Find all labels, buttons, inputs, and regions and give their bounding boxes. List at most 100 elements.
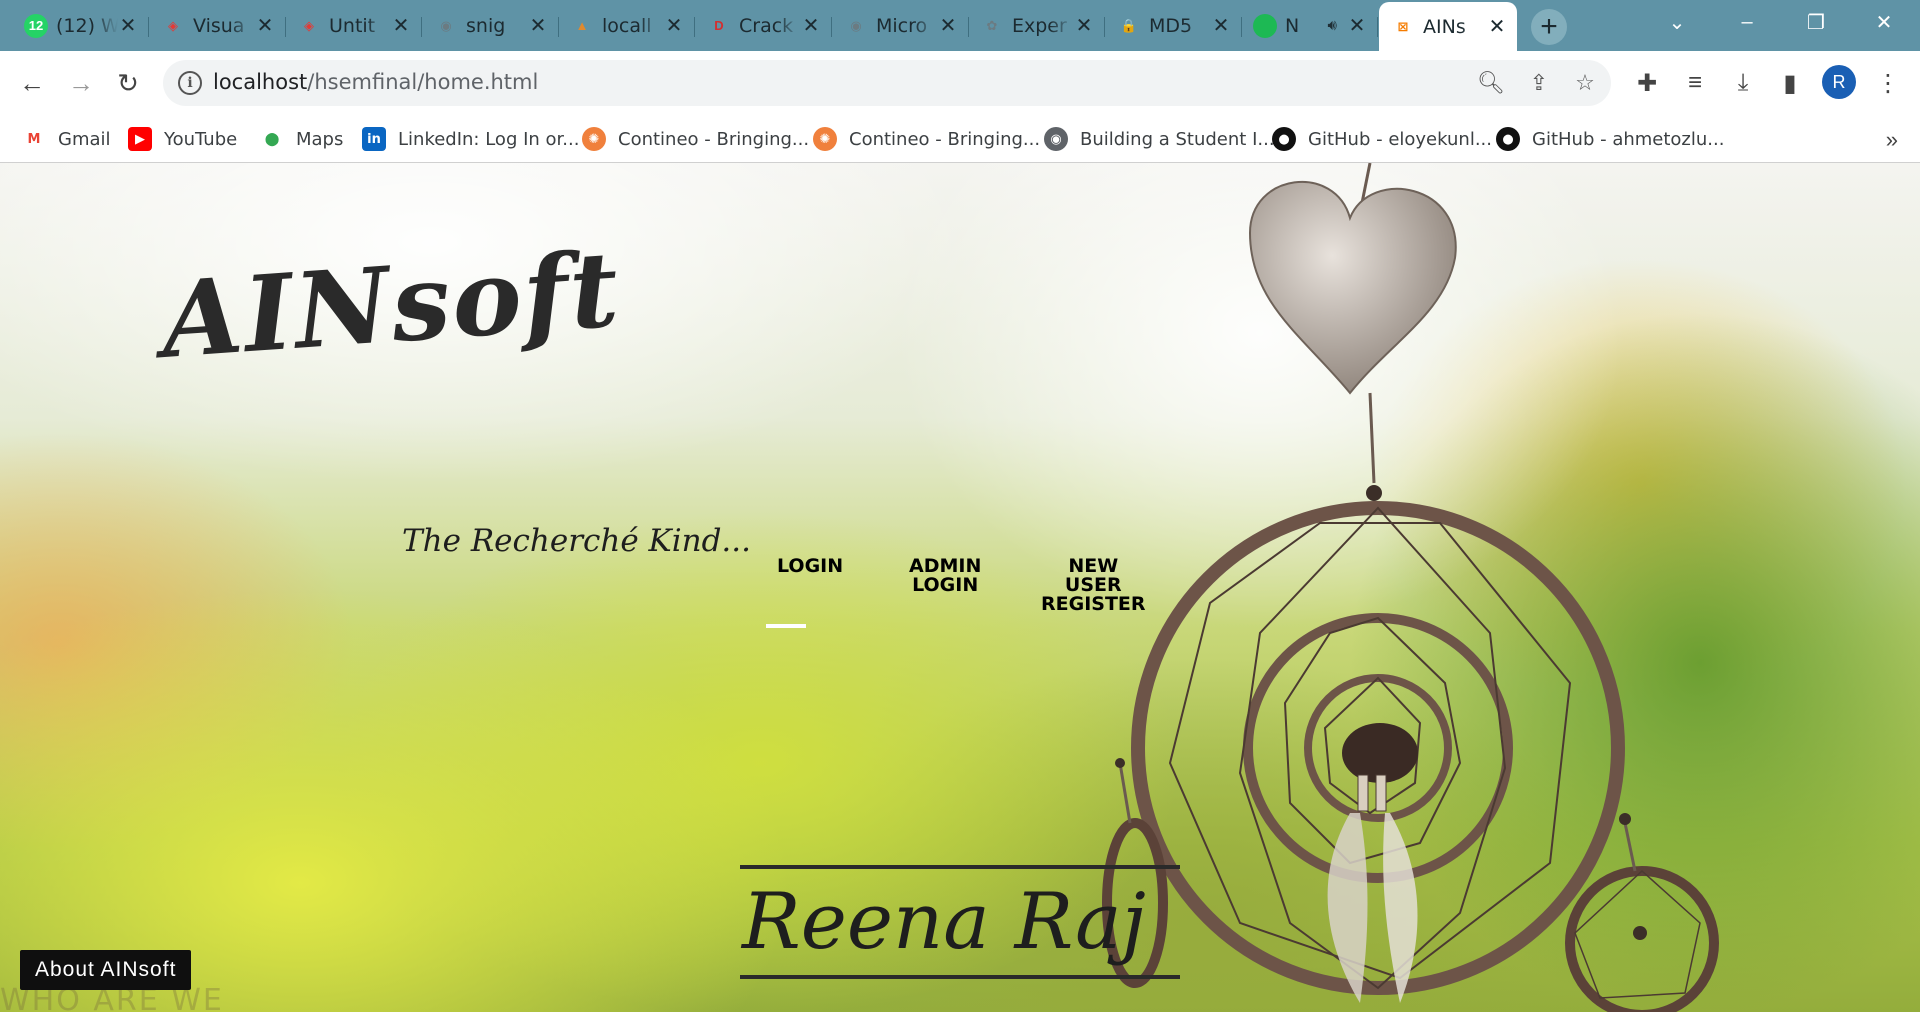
youtube-icon: ▶ [128,127,152,151]
bookmark-item[interactable]: ◉ Building a Student I... [1044,124,1275,154]
close-tab-icon[interactable]: ✕ [1074,15,1094,37]
tab-title: Micro [876,14,928,37]
close-tab-icon[interactable]: ✕ [1487,16,1507,38]
tab-search-icon[interactable]: ⌄ [1661,6,1693,38]
bookmark-item[interactable]: ● GitHub - ahmetozlu... [1496,124,1724,154]
browser-tab[interactable]: N 🔊︎ ✕ [1241,5,1378,46]
gmail-icon: M [27,131,41,147]
browser-tab[interactable]: 12 (12) W ✕ [12,5,149,46]
url-text[interactable]: localhost/hsemfinal/home.html [213,70,538,94]
chatgpt-icon: ✿ [986,17,998,33]
nav-admin-login-link[interactable]: ADMIN LOGIN [909,557,981,595]
close-tab-icon[interactable]: ✕ [938,15,958,37]
browser-tab[interactable]: ⊠ AINs ✕ [1379,2,1517,51]
new-tab-button[interactable]: + [1531,9,1567,45]
globe-icon: ◉ [1044,127,1068,151]
plus-icon: + [1540,10,1558,43]
close-tab-icon[interactable]: ✕ [801,15,821,37]
nav-login-link[interactable]: LOGIN [777,557,843,576]
bookmark-label: GitHub - eloyekunl... [1308,128,1492,150]
close-tab-icon[interactable]: ✕ [528,15,548,37]
close-tab-icon[interactable]: ✕ [1347,15,1367,37]
page-content: AINsoft The Recherché Kind... LOGIN ADMI… [0,163,1920,1012]
nav-new-user-register-link[interactable]: NEW USER REGISTER [1041,557,1146,614]
signature-block: Reena Raj [740,865,1180,979]
speaker-icon[interactable]: 🔊︎ [1328,17,1337,34]
share-icon[interactable]: ⇪ [1525,69,1553,97]
close-window-icon[interactable]: ✕ [1868,6,1900,38]
reload-icon[interactable]: ↻ [110,65,146,101]
bookmark-label: YouTube [164,128,238,150]
linkedin-icon: in [362,127,386,151]
tagline: The Recherché Kind... [402,523,751,559]
close-tab-icon[interactable]: ✕ [1211,15,1231,37]
tab-title: MD5 [1149,14,1193,37]
site-info-icon[interactable]: i [178,71,202,95]
profile-avatar[interactable]: R [1822,65,1856,99]
bookmark-label: Maps [296,128,344,150]
about-ainsoft-button[interactable]: About AINsoft [20,950,192,990]
browser-tab[interactable]: 🔒 MD5 ✕ [1105,5,1242,46]
media-queue-icon[interactable]: ≡ [1679,67,1711,99]
address-bar[interactable]: i localhost/hsemfinal/home.html 🔍︎ ⇪ ☆ [163,60,1611,106]
close-tab-icon[interactable]: ✕ [118,15,138,37]
phpmyadmin-icon: ▲ [575,18,589,33]
diamond-icon: ◈ [304,17,314,33]
zoom-icon[interactable]: 🔍︎ [1477,69,1505,97]
tab-title: snig [466,14,506,37]
close-tab-icon[interactable]: ✕ [255,15,275,37]
tab-separator [1377,17,1378,37]
bookmark-item[interactable]: ▶ YouTube [128,124,237,154]
bookmark-star-icon[interactable]: ☆ [1571,69,1599,97]
nav-active-underline [766,624,806,628]
menu-kebab-icon[interactable]: ⋮ [1872,67,1904,99]
restore-icon[interactable]: ❐ [1800,6,1832,38]
whatsapp-icon: 12 [24,13,48,38]
minimize-icon[interactable]: – [1731,6,1763,38]
xampp-icon: ⊠ [1397,18,1409,34]
back-arrow-icon[interactable]: ← [14,65,50,101]
download-icon[interactable]: ⤓ [1727,67,1759,99]
tab-title: N [1285,14,1300,37]
diamond-icon: ◈ [168,17,178,33]
contineo-icon: ✺ [582,127,606,151]
forward-arrow-icon[interactable]: → [63,65,99,101]
contineo-icon: ✺ [813,127,837,151]
bookmark-item[interactable]: ● GitHub - eloyekunl... [1272,124,1492,154]
globe-icon: ◉ [440,17,452,33]
browser-tab[interactable]: D Crack ✕ [695,5,832,46]
side-panel-icon[interactable]: ▮ [1774,67,1806,99]
github-icon: ● [1272,127,1296,151]
tab-strip: 12 (12) W ✕ ◈ Visua ✕ ◈ Untit ✕ ◉ snig ✕ ▲ locall ✕ D Cr… [0,0,1920,51]
github-icon: ● [1496,127,1520,151]
spotify-icon [1253,13,1277,38]
bookmark-item[interactable]: ✺ Contineo - Bringing... [582,124,809,154]
close-tab-icon[interactable]: ✕ [391,15,411,37]
tab-title: Untit [329,14,376,37]
extensions-icon[interactable]: ✚ [1631,67,1663,99]
dreamcatcher-image [1102,163,1719,1012]
signature-name: Reena Raj [742,877,1146,967]
bookmark-item[interactable]: ✺ Contineo - Bringing... [813,124,1040,154]
bookmark-item[interactable]: M Gmail [22,124,111,154]
bookmark-label: GitHub - ahmetozlu... [1532,128,1725,150]
tab-title: Crack [739,14,794,37]
bookmark-item[interactable]: ⬤ Maps [260,124,344,154]
bookmark-label: LinkedIn: Log In or... [398,128,580,150]
bookmark-label: Building a Student I... [1080,128,1275,150]
close-tab-icon[interactable]: ✕ [664,15,684,37]
tab-title: AINs [1423,15,1466,38]
maps-icon: ⬤ [264,131,280,147]
browser-tab[interactable]: ◉ Micro ✕ [832,5,969,46]
browser-tab[interactable]: ✿ Exper ✕ [968,5,1105,46]
browser-tab[interactable]: ◉ snig ✕ [422,5,559,46]
bookmarks-bar: M Gmail ▶ YouTube ⬤ Maps in LinkedIn: Log In or… [0,115,1920,163]
browser-tab[interactable]: ▲ locall ✕ [558,5,695,46]
bookmark-item[interactable]: in LinkedIn: Log In or... [362,124,579,154]
browser-tab[interactable]: ◈ Untit ✕ [285,5,422,46]
browser-tab[interactable]: ◈ Visua ✕ [149,5,286,46]
browser-toolbar: ← → ↻ i localhost/hsemfinal/home.html 🔍︎… [0,51,1920,115]
lock-icon: 🔒 [1120,17,1138,33]
bookmark-label: Contineo - Bringing... [618,128,810,150]
bookmarks-overflow-icon[interactable]: » [1886,127,1898,153]
